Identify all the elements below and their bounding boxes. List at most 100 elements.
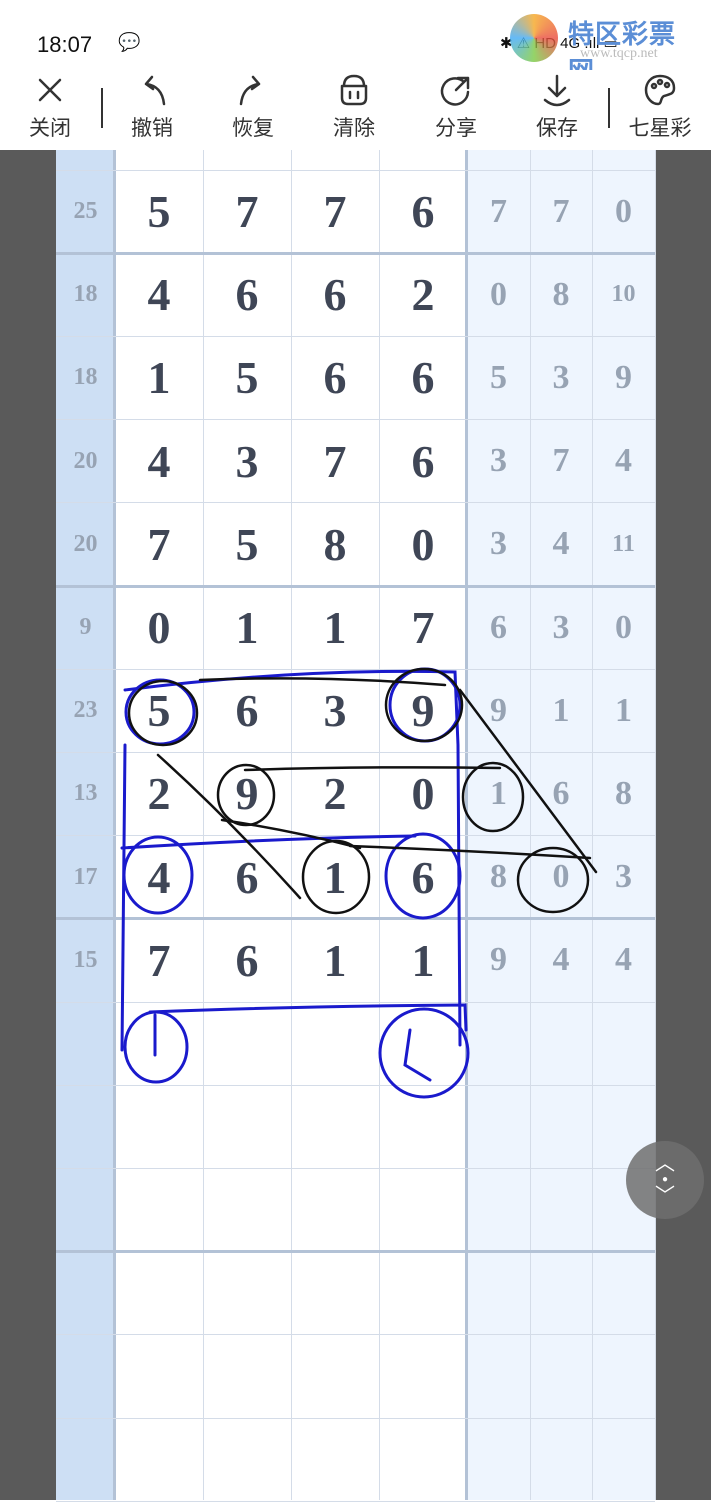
extra-digit-cell: 6 [490,608,507,646]
sum-cell: 20 [73,530,98,557]
main-digit-cell[interactable]: 1 [291,836,379,919]
toolbar-button-share[interactable]: 分享 [416,70,496,142]
right-margin [655,150,711,1500]
extra-digit-cell: 9 [615,358,632,396]
toolbar-button-download[interactable]: 保存 [517,70,597,142]
main-digit-cell[interactable]: 4 [115,420,203,503]
toolbar-button-undo[interactable]: 撤销 [112,70,192,142]
main-digit-cell[interactable]: 5 [115,669,203,752]
extra-digit-cell: 1 [552,691,570,729]
main-digit-cell[interactable]: 9 [379,669,467,752]
extra-digit-cell: 5 [490,358,507,396]
main-digit-cell[interactable]: 0 [115,586,203,669]
chevron-down-icon: ﹀ [655,1185,675,1207]
main-digit-cell[interactable]: 6 [291,336,379,419]
toolbar: 关闭 撤销 恢复 清除 分享 保存 七星彩 [0,70,711,150]
extra-digit-cell: 3 [552,358,570,396]
main-digit-cell[interactable]: 7 [291,420,379,503]
toolbar-button-palette[interactable]: 七星彩 [620,70,700,142]
main-digit-cell[interactable]: 7 [115,919,203,1002]
download-icon [517,70,597,110]
main-digit-cell[interactable]: 3 [203,420,291,503]
toolbar-label: 分享 [435,117,477,140]
main-digit-cell[interactable]: 6 [291,253,379,336]
main-digit-cell[interactable]: 5 [203,336,291,419]
toolbar-button-redo[interactable]: 恢复 [213,70,293,142]
extra-digit-cell: 0 [552,858,570,896]
wechat-icon: 💬 [118,32,141,52]
share-icon [416,70,496,110]
toolbar-label: 保存 [536,117,578,140]
main-digit-cell[interactable]: 6 [379,420,467,503]
scroll-toggle-button[interactable]: ︿ ● ﹀ [626,1141,704,1219]
extra-digit-cell: 8 [552,275,570,313]
extra-digit-cell: 4 [615,941,632,979]
main-digit-cell[interactable]: 2 [379,253,467,336]
main-digit-cell[interactable]: 5 [203,503,291,586]
main-digit-cell[interactable]: 1 [379,919,467,1002]
toolbar-label: 清除 [333,117,375,140]
main-digit-cell[interactable]: 6 [203,669,291,752]
main-digit-cell[interactable]: 0 [379,503,467,586]
extra-digit-cell: 10 [611,281,636,308]
grid-hline [56,1334,655,1336]
main-digit-cell[interactable]: 6 [379,170,467,253]
main-digit-cell[interactable]: 6 [379,336,467,419]
sum-cell: 13 [73,780,98,807]
extra-digit-cell: 0 [490,275,507,313]
main-digit-cell[interactable]: 0 [379,752,467,835]
main-digit-cell[interactable]: 6 [203,919,291,1002]
extra-digit-cell: 4 [552,525,570,563]
main-digit-cell[interactable]: 5 [115,170,203,253]
main-digit-cell[interactable]: 7 [291,170,379,253]
grid-hline [56,1417,655,1419]
main-digit-cell[interactable]: 3 [291,669,379,752]
toolbar-button-close[interactable]: 关闭 [10,70,90,142]
main-digit-cell[interactable]: 6 [203,253,291,336]
toolbar-divider [608,88,610,128]
main-digit-cell[interactable]: 4 [115,836,203,919]
chevron-up-icon: ︿ [655,1153,675,1175]
extra-digit-cell: 7 [490,192,507,230]
redo-icon [213,70,293,110]
sum-cell: 23 [73,697,98,724]
extra-digit-cell: 1 [615,691,632,729]
status-bar: 18:07 💬 ✱ ⚠ HD 4G .ıll ▭ 特区彩票网 www.tqcp.… [0,0,711,86]
main-digit-cell[interactable]: 1 [203,586,291,669]
toolbar-label: 撤销 [131,117,173,140]
main-digit-cell[interactable]: 9 [203,752,291,835]
main-digit-cell[interactable]: 7 [203,170,291,253]
palette-icon [620,70,700,110]
main-digit-cell[interactable]: 7 [115,503,203,586]
main-digit-cell[interactable]: 2 [115,752,203,835]
lottery-grid[interactable]: 25 5 7 7 6 7 7 0 18 4 6 6 2 0 8 10 18 1 5 6 6 5 3 9 20 4 3 7 6 3 7 4 20 7… [56,150,656,1502]
left-margin [0,150,56,1500]
watermark: 特区彩票网 www.tqcp.net [510,12,700,86]
main-digit-cell[interactable]: 6 [203,836,291,919]
extra-digit-cell: 11 [612,530,635,557]
main-digit-cell[interactable]: 7 [379,586,467,669]
sum-cell: 18 [73,281,98,308]
grid-hline [56,1084,655,1086]
sum-cell: 9 [79,614,92,641]
toolbar-label: 七星彩 [628,117,692,140]
clock: 18:07 [37,32,93,57]
main-digit-cell[interactable]: 1 [115,336,203,419]
main-digit-cell[interactable]: 1 [291,586,379,669]
toolbar-label: 关闭 [29,117,71,140]
extra-digit-cell: 8 [490,858,507,896]
sum-cell: 17 [73,863,98,890]
extra-digit-cell: 6 [552,774,570,812]
main-digit-cell[interactable]: 2 [291,752,379,835]
extra-digit-cell: 7 [552,442,570,480]
extra-digit-cell: 3 [490,525,507,563]
extra-digit-cell: 0 [615,192,632,230]
grid-hline [56,1250,655,1254]
main-digit-cell[interactable]: 6 [379,836,467,919]
toolbar-label: 恢复 [232,117,274,140]
main-digit-cell[interactable]: 4 [115,253,203,336]
sum-cell: 20 [73,447,98,474]
toolbar-button-trash[interactable]: 清除 [314,70,394,142]
main-digit-cell[interactable]: 1 [291,919,379,1002]
main-digit-cell[interactable]: 8 [291,503,379,586]
